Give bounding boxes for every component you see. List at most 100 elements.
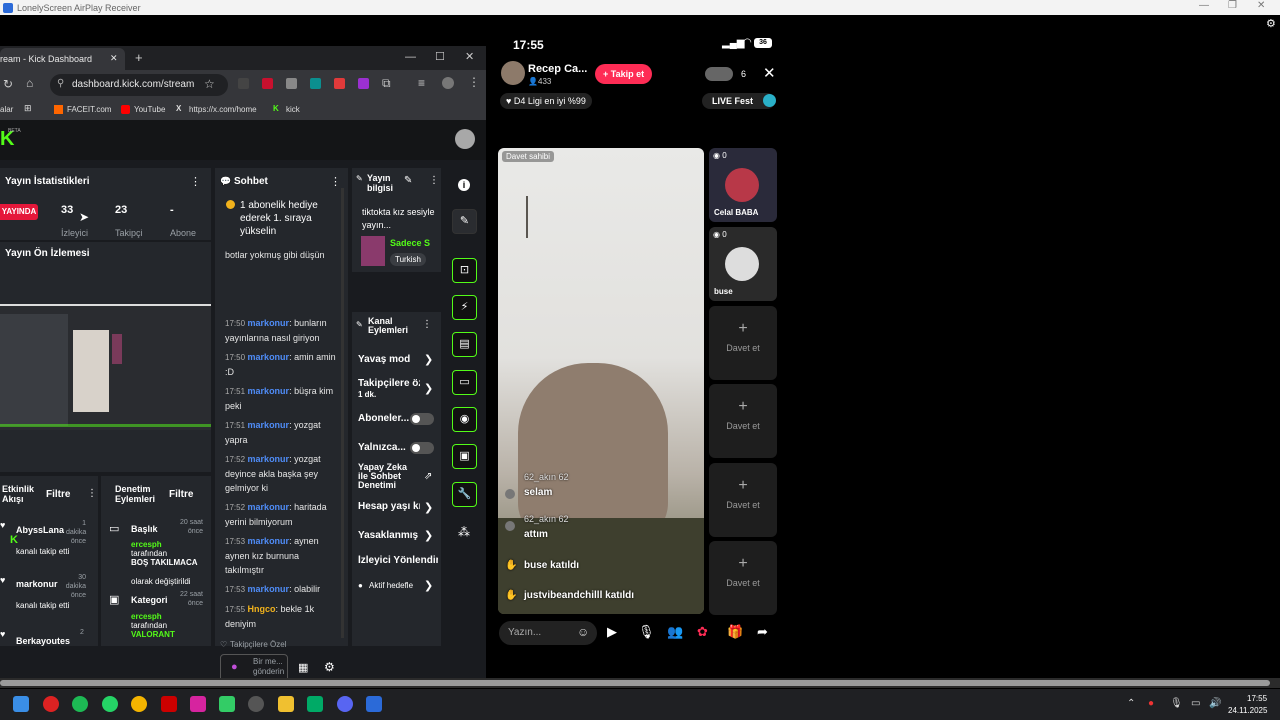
tools-button[interactable]: 🔧 [452, 482, 477, 507]
valorant-icon[interactable] [161, 696, 177, 712]
chat-user[interactable]: markonur [248, 502, 290, 512]
chevron-right-icon[interactable]: ❯ [424, 353, 433, 366]
chevron-right-icon[interactable]: ❯ [424, 382, 433, 395]
media-controls-icon[interactable]: ≡ [418, 76, 425, 90]
chat-user[interactable]: markonur [248, 318, 290, 328]
url-input[interactable]: ⚲ dashboard.kick.com/stream [50, 74, 228, 96]
tab-close-icon[interactable]: ✕ [110, 53, 118, 64]
clock-date[interactable]: 24.11.2025 [1228, 706, 1267, 715]
invite-slot[interactable]: + Davet et [709, 384, 777, 458]
guests-icon[interactable]: 👥 [667, 624, 683, 640]
tray-mic-icon[interactable]: 🎙 [1170, 698, 1183, 709]
receiver-settings-icon[interactable]: ⚙ [1266, 17, 1276, 30]
spotify-icon[interactable] [72, 696, 88, 712]
chat-menu-icon[interactable]: ⋮ [330, 175, 341, 188]
external-link-icon[interactable]: ⇗ [424, 471, 432, 482]
extension-icon[interactable] [358, 78, 369, 89]
new-tab-icon[interactable]: + [135, 50, 143, 65]
activity-user[interactable]: Berkayoutes [16, 636, 70, 646]
apps-grid-icon[interactable]: ⊞ [24, 103, 32, 114]
app-icon[interactable] [43, 696, 59, 712]
chrome-icon[interactable] [131, 696, 147, 712]
browser-maximize-icon[interactable]: ☐ [435, 50, 445, 63]
lightning-tool-button[interactable]: ⚡ [452, 295, 477, 320]
info-icon[interactable]: i [458, 179, 470, 191]
category-name[interactable]: Sadece S [390, 238, 438, 248]
bookmark-kick[interactable]: kick [286, 105, 300, 114]
browser-minimize-icon[interactable]: — [405, 51, 416, 63]
stream-preview-video[interactable] [0, 304, 211, 430]
browser-menu-icon[interactable]: ⋮ [468, 75, 480, 89]
extension-icon[interactable] [334, 78, 345, 89]
volume-icon[interactable]: 🔊 [1209, 698, 1221, 709]
minimize-icon[interactable]: — [1199, 0, 1209, 11]
lonelyscreen-icon[interactable] [366, 696, 382, 712]
viewer-count[interactable]: 6 [741, 69, 746, 79]
gift-box-icon[interactable]: 🎁 [727, 624, 743, 640]
activity-user[interactable]: markonur [16, 579, 58, 589]
gift-box-icon[interactable]: ▦ [298, 661, 308, 674]
category-thumbnail[interactable] [361, 236, 385, 266]
subscribers-only-toggle[interactable] [410, 413, 434, 425]
ai-moderation-item[interactable]: Yapay Zeka ile Sohbet Denetimi [358, 463, 416, 490]
channel-actions-menu-icon[interactable]: ⋮ [422, 319, 432, 330]
whatsapp-icon[interactable] [102, 696, 118, 712]
bookmark-faceit[interactable]: FACEIT.com [67, 105, 111, 114]
bookmark-star-icon[interactable]: ☆ [204, 77, 215, 91]
reload-icon[interactable]: ↻ [3, 77, 13, 91]
chevron-right-icon[interactable]: ❯ [424, 501, 433, 514]
slow-mode-item[interactable]: Yavaş mod [358, 354, 410, 365]
top-viewers-avatars[interactable] [705, 67, 733, 81]
network-icon[interactable]: ▭ [1191, 698, 1200, 709]
discord-icon[interactable] [337, 696, 353, 712]
steam-icon[interactable] [248, 696, 264, 712]
invite-slot[interactable]: + Davet et [709, 541, 777, 615]
app-icon[interactable] [219, 696, 235, 712]
moderation-filter[interactable]: Filtre [169, 489, 193, 500]
moderation-by[interactable]: ercesph [131, 612, 162, 621]
camera-tool-button[interactable]: ⊡ [452, 258, 477, 283]
chat-user[interactable]: markonur [248, 584, 290, 594]
user-avatar[interactable] [455, 129, 475, 149]
extension-icon[interactable] [286, 78, 297, 89]
invite-slot[interactable]: + Davet et [709, 306, 777, 380]
host-avatar[interactable] [501, 61, 525, 85]
emote-only-toggle[interactable] [410, 442, 434, 454]
rose-gift-icon[interactable]: ✿ [697, 624, 708, 640]
comment-user[interactable]: 62_akın 62 [524, 514, 569, 524]
tray-chevron-icon[interactable]: ⌃ [1127, 698, 1135, 709]
chat-user[interactable]: markonur [248, 454, 290, 464]
notes-tool-button[interactable]: ▤ [452, 332, 477, 357]
activity-filter[interactable]: Filtre [46, 489, 70, 500]
chat-user[interactable]: markonur [248, 420, 290, 430]
active-goals-item[interactable]: Aktif hedefle [369, 581, 413, 590]
extension-icon[interactable] [262, 78, 273, 89]
subscribers-only-item[interactable]: Aboneler... [358, 413, 409, 424]
chevron-right-icon[interactable]: ❯ [424, 579, 433, 592]
layout-tool-button[interactable]: ▣ [452, 444, 477, 469]
host-name[interactable]: Recep Ca... [528, 63, 587, 75]
account-age-item[interactable]: Hesap yaşı kı [358, 501, 420, 512]
mic-icon[interactable]: ● [231, 661, 238, 673]
browser-close-icon[interactable]: ✕ [465, 50, 474, 63]
app-icon[interactable] [307, 696, 323, 712]
chat-user[interactable]: markonur [248, 386, 290, 396]
bookmark-youtube[interactable]: YouTube [134, 105, 165, 114]
edit-pencil-icon[interactable]: ✎ [404, 175, 412, 186]
tray-app-icon[interactable]: ● [1148, 698, 1154, 709]
emote-only-item[interactable]: Yalnızca... [358, 442, 406, 453]
stream-info-menu-icon[interactable]: ⋮ [429, 175, 439, 186]
chat-scrollbar[interactable] [341, 188, 344, 638]
guest-slot[interactable]: ◉ 0 Celal BABA [709, 148, 777, 222]
bookmark-apps[interactable]: alar [0, 105, 13, 114]
edit-tool-button[interactable]: ✎ [452, 209, 477, 234]
broadcast-tool-button[interactable]: ◉ [452, 407, 477, 432]
chat-user[interactable]: markonur [248, 536, 290, 546]
tab-kick-dashboard[interactable]: ream - Kick Dashboard ✕ [0, 48, 125, 70]
host-video[interactable]: Davet sahibi [498, 148, 704, 614]
scrollbar-thumb[interactable] [0, 680, 1270, 686]
activity-user[interactable]: AbyssLana [16, 525, 64, 535]
extensions-puzzle-icon[interactable]: ⧉ [382, 76, 391, 91]
follow-button[interactable]: + Takip et [595, 64, 653, 84]
microphone-icon[interactable]: 🎙 [638, 624, 655, 640]
